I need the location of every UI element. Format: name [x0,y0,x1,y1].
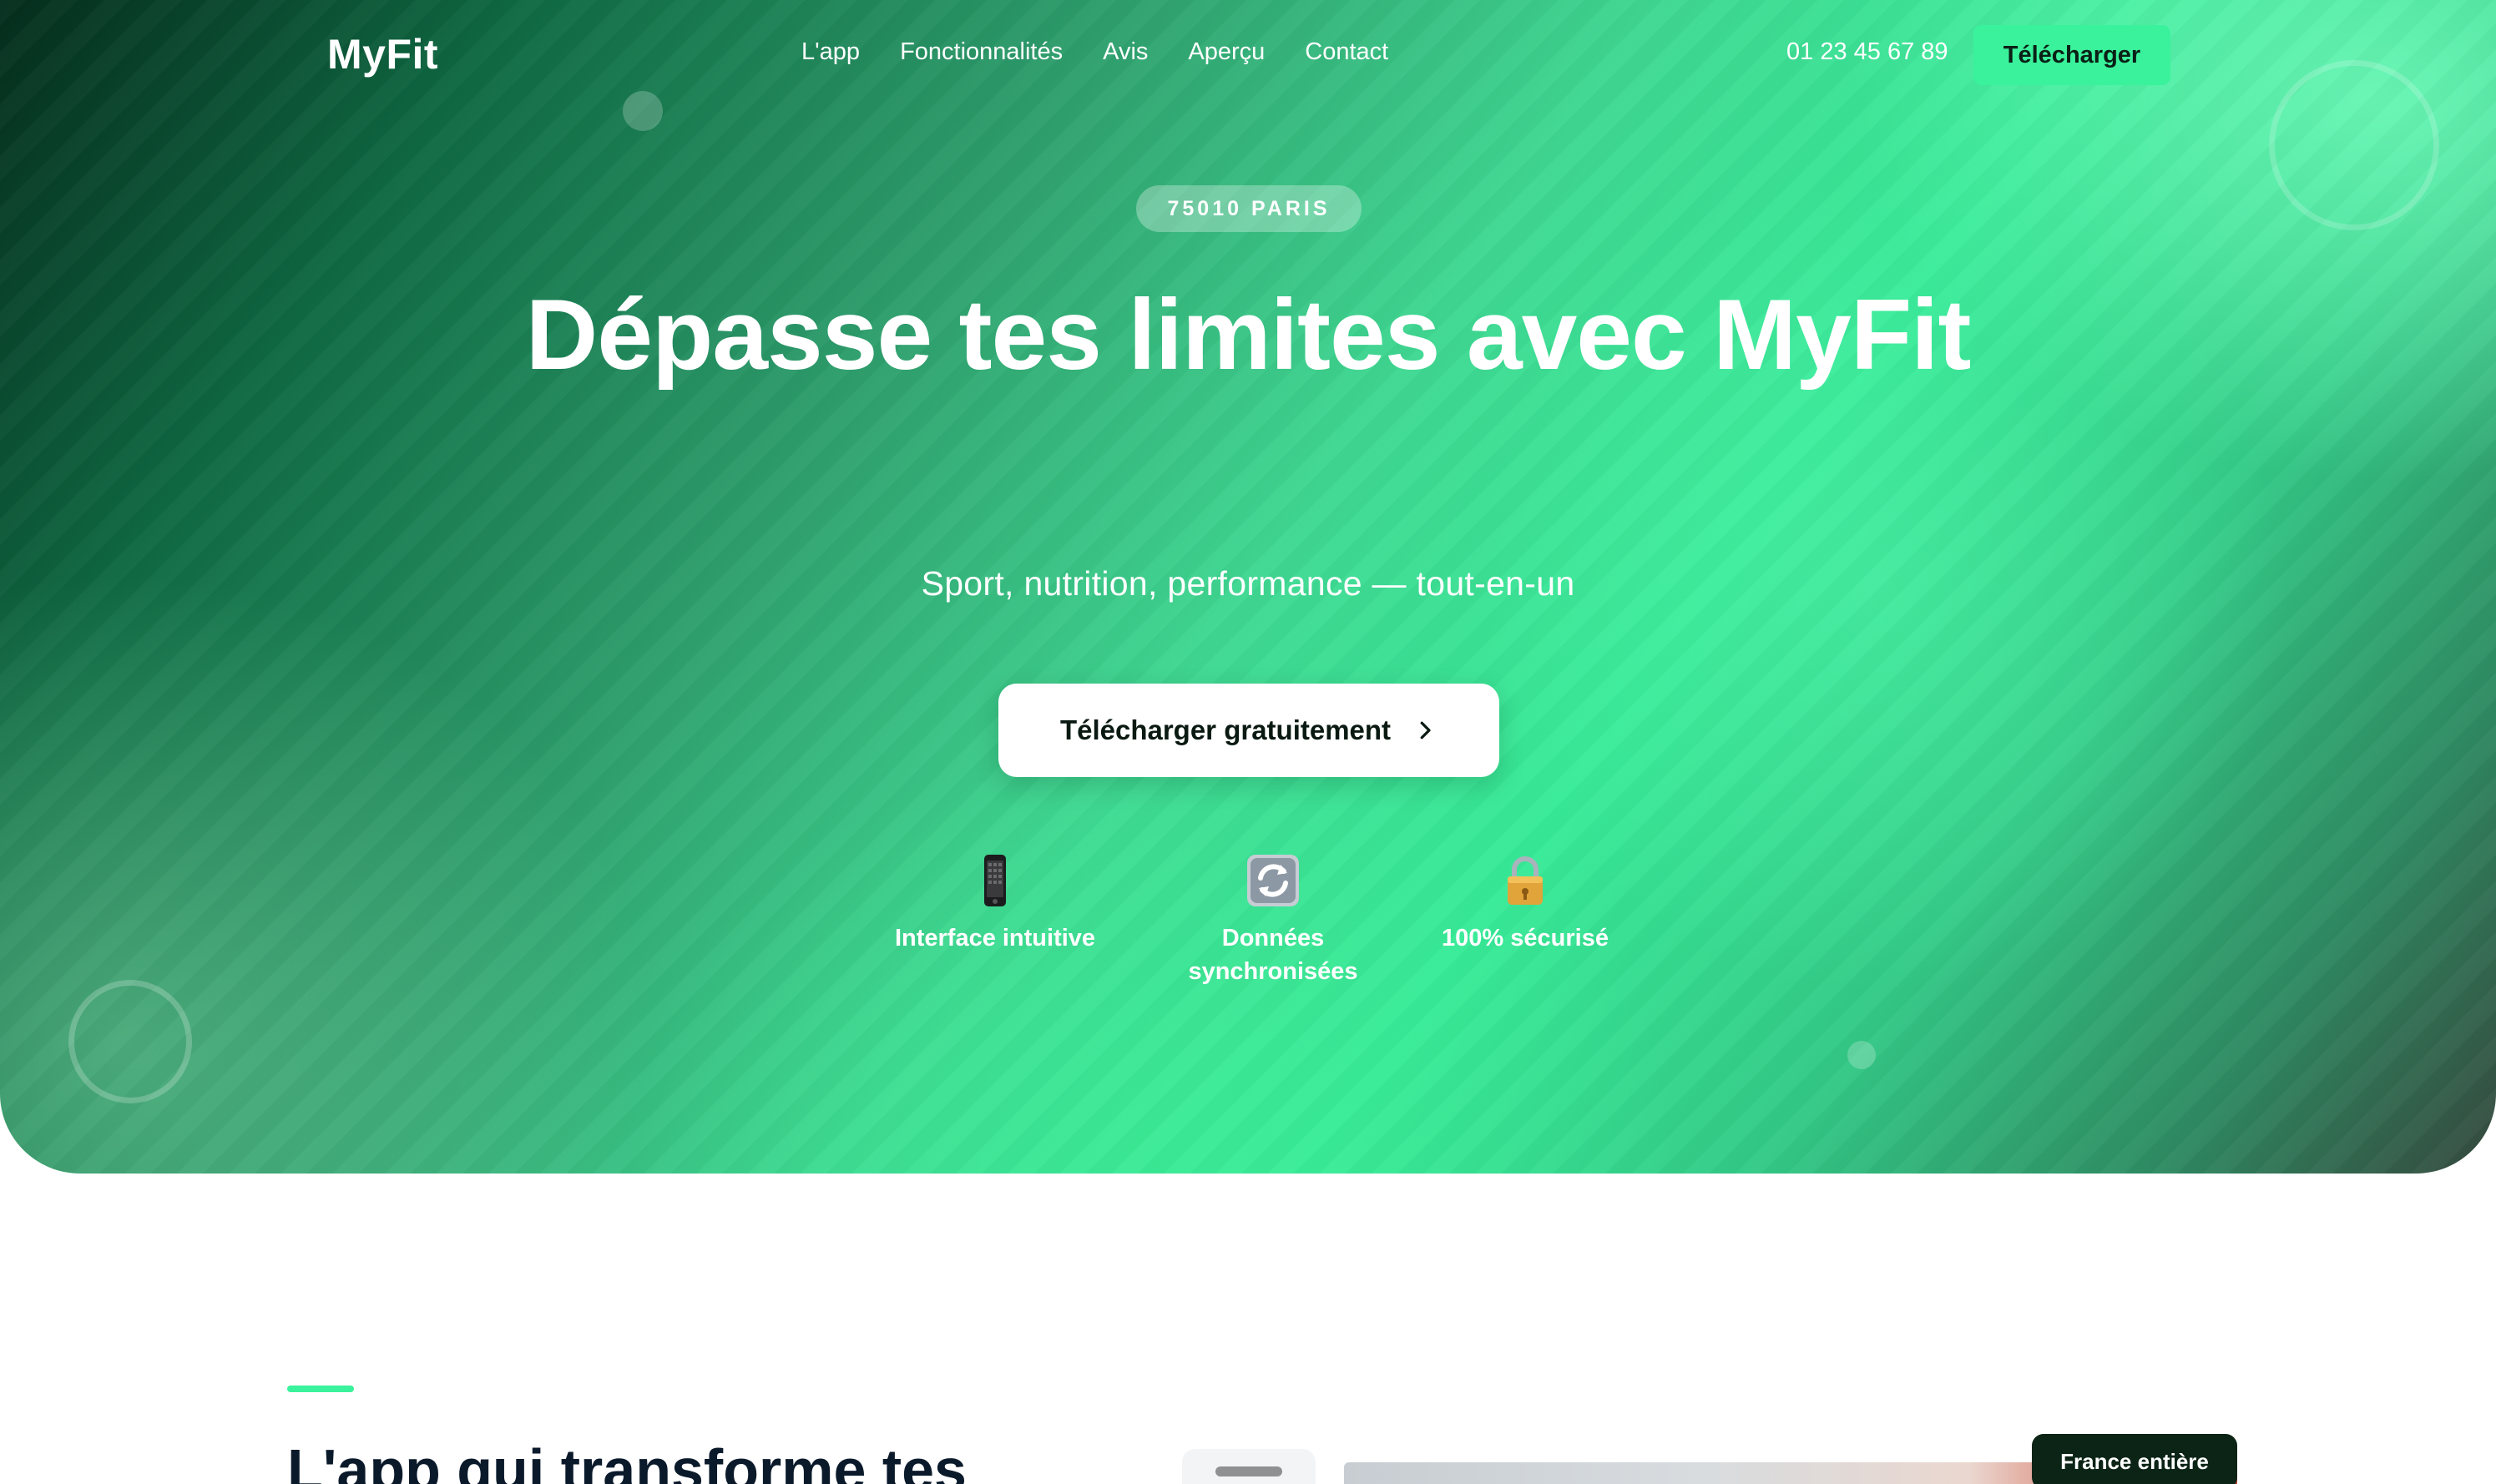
section-accent-bar [287,1386,354,1392]
feature-label: Interface intuitive [894,925,1096,951]
phone-icon [984,855,1006,906]
hero-subtitle: Sport, nutrition, performance — tout-en-… [921,564,1575,603]
brand-logo[interactable]: MyFit [327,30,438,78]
nav-link-preview[interactable]: Aperçu [1188,38,1265,66]
sync-icon [1247,855,1299,906]
nav-link-features[interactable]: Fonctionnalités [900,38,1063,66]
feature-item: 100% sécurisé [1400,851,1650,955]
feature-item: Interface intuitive [870,851,1120,955]
nav-link-reviews[interactable]: Avis [1103,38,1148,66]
feature-label: Données synchronisées [1188,925,1358,985]
nav-link-app[interactable]: L'app [801,38,860,66]
top-navigation: MyFit L'app Fonctionnalités Avis Aperçu … [0,0,2496,110]
download-free-button[interactable]: Télécharger gratuitement [998,684,1499,777]
phone-mockup-top [1182,1449,1316,1484]
feature-list: Interface intuitive Données synchronisée… [0,851,2496,1002]
lock-icon [1508,856,1543,905]
feature-item: Données synchronisées [1148,851,1398,988]
nav-link-contact[interactable]: Contact [1305,38,1388,66]
phone-number-link[interactable]: 01 23 45 67 89 [1786,38,1948,66]
location-badge: 75010 PARIS [1136,185,1362,232]
download-button[interactable]: Télécharger [1973,25,2170,85]
download-free-label: Télécharger gratuitement [1059,714,1392,745]
hero-title: Dépasse tes limites avec MyFit [525,279,1972,391]
decorative-dot [1847,1041,1876,1069]
feature-label: 100% sécurisé [1442,925,1609,951]
chevron-right-icon [1420,721,1431,739]
nav-links: L'app Fonctionnalités Avis Aperçu Contac… [801,38,1388,66]
section-title: L'app qui transforme tes [287,1437,967,1484]
region-badge: France entière [2032,1434,2237,1484]
